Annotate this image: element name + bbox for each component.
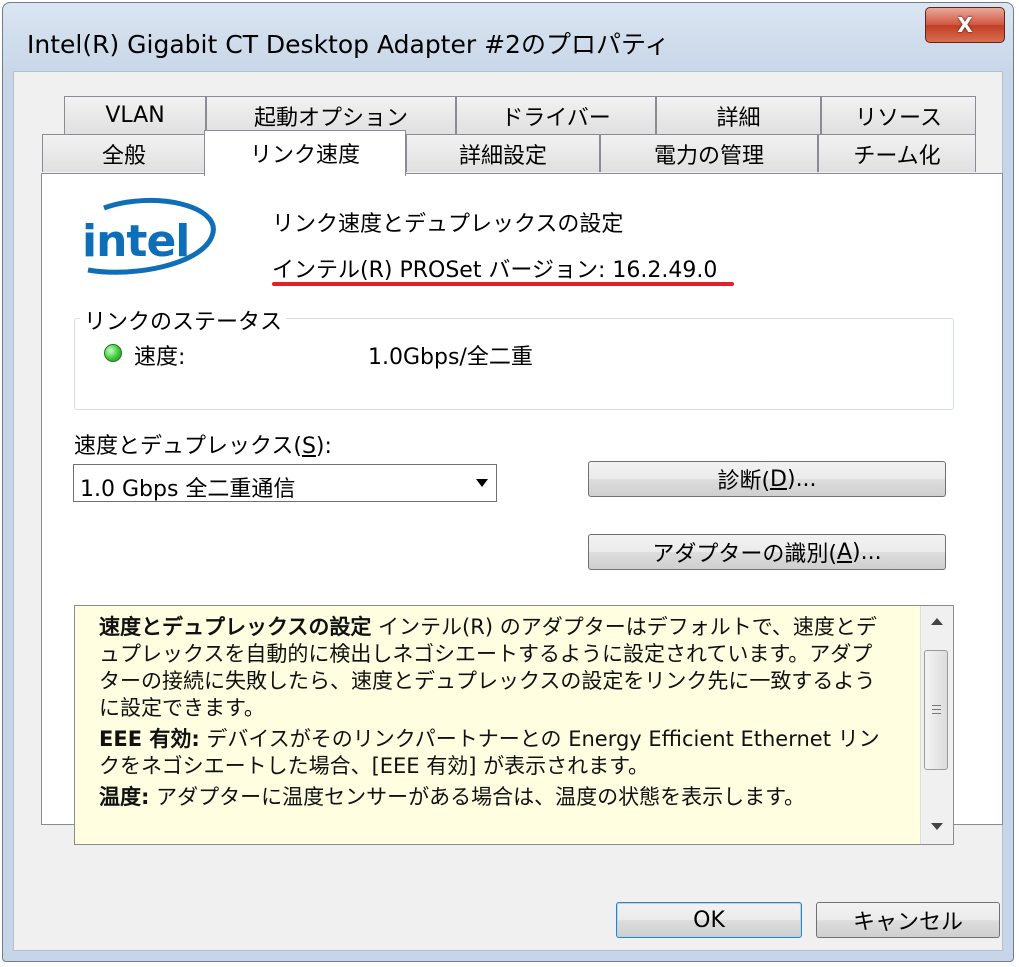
version-label: インテル(R) PROSet バージョン: [272, 258, 606, 283]
speed-label: 速度: [134, 345, 186, 370]
tab-power-management[interactable]: 電力の管理 [600, 134, 818, 172]
help-text-box[interactable]: 速度とデュプレックスの設定 インテル(R) のアダプターはデフォルトで、速度とデ… [74, 605, 954, 845]
tab-teaming[interactable]: チーム化 [818, 134, 976, 172]
tab-resources[interactable]: リソース [821, 96, 976, 134]
scroll-up-icon[interactable] [931, 618, 943, 625]
scroll-thumb[interactable] [924, 650, 948, 770]
chevron-down-icon [476, 479, 488, 487]
version-line: インテル(R) PROSet バージョン: 16.2.49.0 [272, 252, 717, 284]
identify-adapter-button[interactable]: アダプターの識別(A)... [588, 534, 946, 570]
ok-button[interactable]: OK [616, 902, 802, 938]
tab-boot-options[interactable]: 起動オプション [206, 96, 456, 134]
link-status-led-icon [104, 344, 122, 362]
speed-duplex-selected-value: 1.0 Gbps 全二重通信 [80, 477, 296, 502]
tab-link-speed[interactable]: リンク速度 [204, 130, 406, 176]
speed-duplex-select[interactable]: 1.0 Gbps 全二重通信 [73, 464, 497, 502]
svg-text:intel: intel [82, 216, 189, 267]
tab-vlan[interactable]: VLAN [64, 96, 206, 134]
cancel-button[interactable]: キャンセル [816, 902, 1000, 938]
window-title: Intel(R) Gigabit CT Desktop Adapter #2のプ… [27, 30, 670, 59]
panel-heading: リンク速度とデュプレックスの設定 [272, 212, 624, 237]
link-status-label: リンクのステータス [80, 304, 287, 336]
annotation-underline [272, 282, 734, 286]
intel-logo-icon: intel [82, 197, 216, 275]
tab-details[interactable]: 詳細 [656, 96, 821, 134]
help-text: 速度とデュプレックスの設定 インテル(R) のアダプターはデフォルトで、速度とデ… [99, 615, 880, 809]
help-scrollbar[interactable] [920, 606, 953, 844]
scroll-down-icon[interactable] [931, 823, 943, 830]
close-icon: X [957, 13, 973, 37]
version-value: 16.2.49.0 [612, 258, 718, 283]
tab-advanced[interactable]: 詳細設定 [406, 134, 600, 172]
tab-driver[interactable]: ドライバー [456, 96, 656, 134]
diagnose-button[interactable]: 診断(D)... [588, 461, 946, 497]
speed-value: 1.0Gbps/全二重 [368, 345, 533, 370]
speed-duplex-label: 速度とデュプレックス(S): [74, 434, 332, 459]
intel-logo: intel [74, 196, 224, 286]
close-button[interactable]: X [925, 7, 1005, 43]
tab-general[interactable]: 全般 [42, 134, 206, 172]
